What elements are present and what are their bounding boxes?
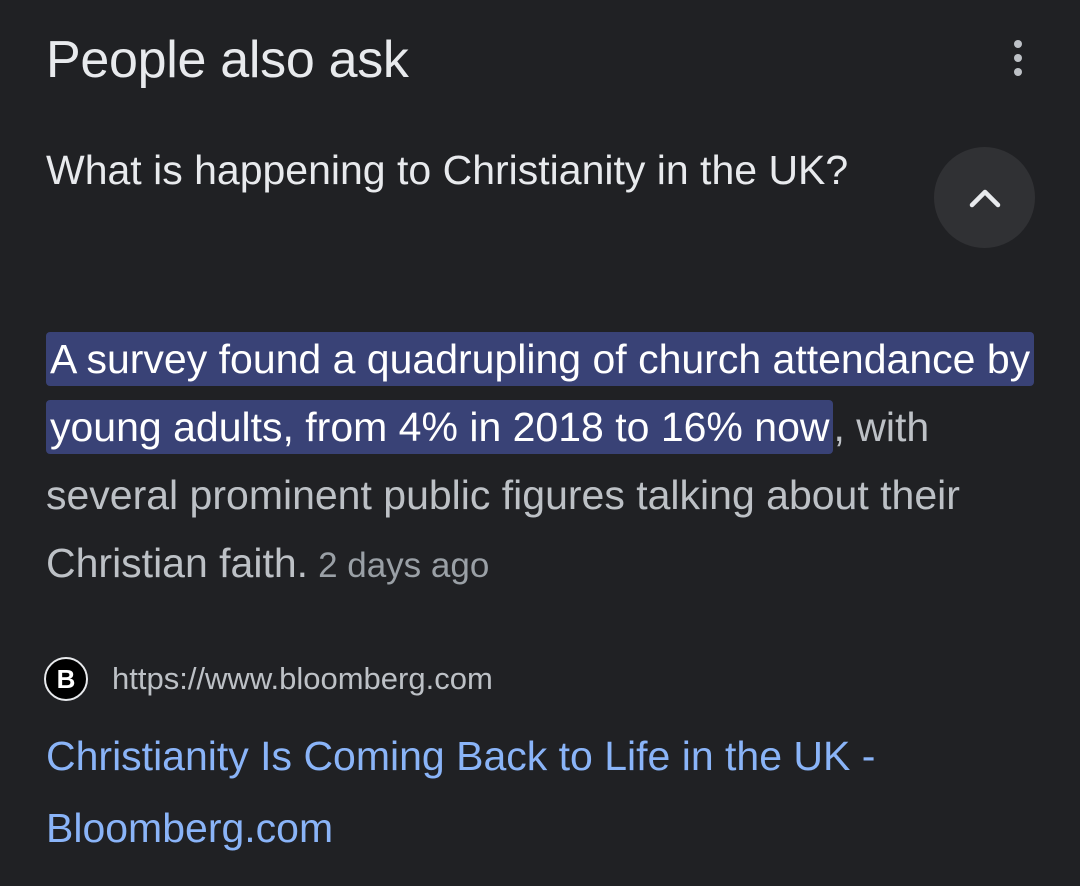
more-vert-icon-dot <box>1014 54 1022 62</box>
bloomberg-favicon-icon: B <box>44 657 88 701</box>
answer-date: 2 days ago <box>318 546 490 585</box>
source-row[interactable]: B https://www.bloomberg.com <box>44 656 493 702</box>
answer-snippet: A survey found a quadrupling of church a… <box>46 325 1046 600</box>
more-vert-icon <box>1014 40 1022 48</box>
more-vert-icon-dot <box>1014 68 1022 76</box>
section-title: People also ask <box>46 31 409 89</box>
more-options-button[interactable] <box>996 34 1040 82</box>
chevron-up-icon <box>969 189 1000 207</box>
collapse-button[interactable] <box>934 147 1035 248</box>
result-title-link[interactable]: Christianity Is Coming Back to Life in t… <box>46 720 1006 864</box>
question-text[interactable]: What is happening to Christianity in the… <box>46 142 906 198</box>
source-url[interactable]: https://www.bloomberg.com <box>112 661 493 697</box>
